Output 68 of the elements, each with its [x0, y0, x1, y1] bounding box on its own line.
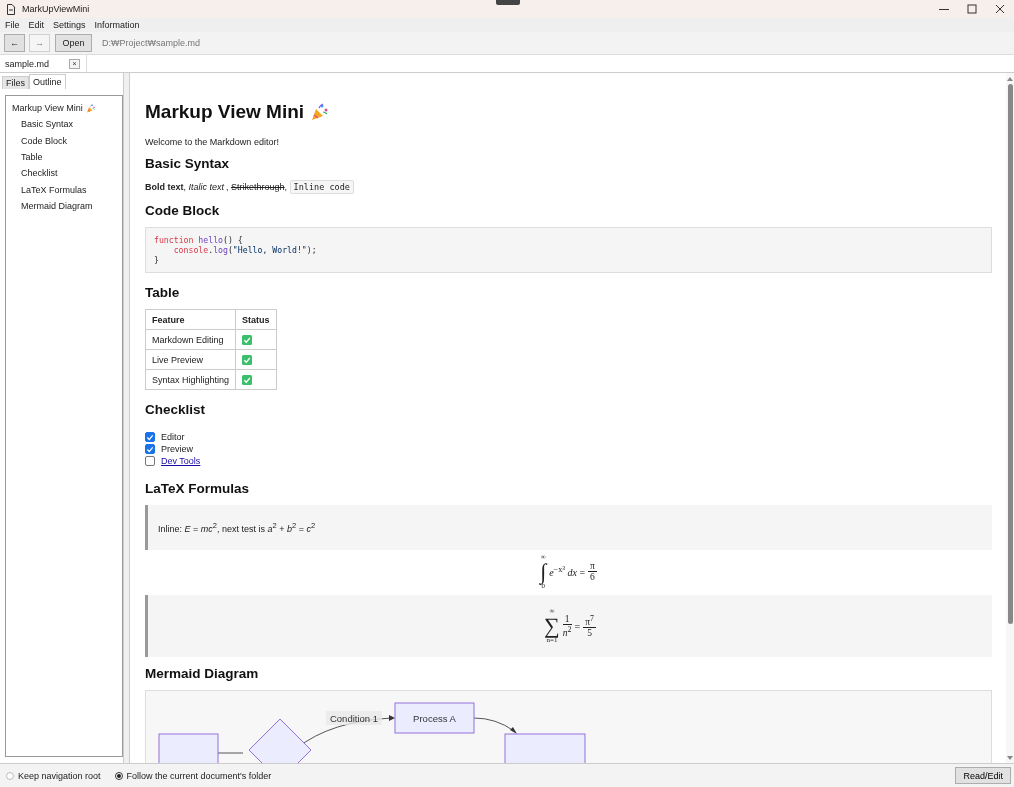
radio-option[interactable]: Keep navigation root	[6, 770, 101, 781]
back-button[interactable]: ←	[4, 34, 25, 52]
checkbox[interactable]	[145, 444, 155, 454]
sidebar-tab[interactable]: Outline	[29, 74, 66, 89]
table-cell: Syntax Highlighting	[145, 369, 236, 390]
flow-node: Process A	[394, 702, 475, 734]
tab-label: sample.md	[5, 58, 49, 69]
scroll-down-icon	[1007, 756, 1013, 761]
menu-item[interactable]: Settings	[53, 20, 86, 30]
punctuation: ,	[183, 182, 188, 192]
window-title: MarkUpViewMini	[22, 4, 90, 14]
scrollbar[interactable]	[1006, 73, 1014, 763]
menu-item[interactable]: File	[5, 20, 20, 30]
sidebar-tab[interactable]: Files	[2, 76, 29, 89]
punctuation: ,	[284, 182, 289, 192]
code-line: function hello() {	[154, 235, 244, 245]
document-icon	[6, 3, 16, 15]
checkbox[interactable]	[145, 432, 155, 442]
table-cell: Markdown Editing	[145, 329, 236, 350]
outline-item[interactable]: Markup View Mini	[6, 100, 122, 117]
party-popper-icon	[310, 103, 329, 121]
radio-option[interactable]: Follow the current document's folder	[114, 770, 272, 781]
open-button[interactable]: Open	[55, 34, 92, 52]
bold-text: Bold text	[145, 182, 184, 192]
column-header: Status	[235, 309, 277, 330]
table-cell: Live Preview	[145, 349, 236, 370]
section-heading: Code Block	[145, 203, 221, 218]
splitter-handle[interactable]	[124, 73, 130, 763]
checkbox[interactable]	[145, 456, 155, 466]
link[interactable]: Dev Tools	[161, 456, 201, 466]
inline-formula-text: Inline: E = mc$^{2}$, next test is a$^{2}$ + b$^{2}$ = c$^{2}$	[158, 521, 316, 534]
section-heading: LaTeX Formulas	[145, 481, 251, 496]
paragraph: Welcome to the Markdown editor!	[145, 137, 280, 147]
strikethrough-text: Strikethrough	[231, 182, 285, 192]
outline-item[interactable]: Code Block	[6, 132, 122, 149]
menu-item[interactable]: Edit	[28, 20, 45, 30]
document-title: Markup View Mini	[145, 101, 305, 123]
scrollbar-thumb[interactable]	[1007, 84, 1013, 624]
scroll-up-icon	[1007, 76, 1013, 81]
close-icon	[995, 4, 1005, 14]
drag-handle[interactable]	[496, 0, 520, 5]
section-heading: Basic Syntax	[145, 156, 231, 171]
punctuation: ,	[226, 182, 230, 192]
read-edit-button[interactable]: Read/Edit	[955, 767, 1011, 784]
outline-item[interactable]: Checklist	[6, 165, 122, 182]
outline-item[interactable]: Table	[6, 148, 122, 166]
maximize-icon	[967, 4, 977, 14]
code-line: console.log("Hello, World!");	[172, 245, 318, 255]
outline-item[interactable]: LaTeX Formulas	[6, 181, 122, 198]
section-heading: Mermaid Diagram	[145, 666, 260, 681]
party-popper-icon	[85, 103, 95, 113]
section-heading: Table	[145, 285, 181, 300]
outline-item[interactable]: Basic Syntax	[6, 116, 122, 133]
italic-text: Italic text	[188, 182, 226, 192]
code-line: }	[154, 255, 160, 265]
checklist-label: Preview	[161, 444, 193, 454]
section-heading: Checklist	[145, 402, 207, 417]
flow-arrow	[473, 717, 517, 734]
menu-item[interactable]: Information	[94, 20, 140, 30]
file-path: D:₩Project₩sample.md	[102, 38, 200, 48]
edge-label: Condition 1	[326, 711, 382, 725]
inline-code: Inline code	[289, 180, 354, 194]
radio-button[interactable]	[6, 771, 14, 780]
checklist-label: Editor	[161, 432, 185, 442]
outline-item[interactable]: Mermaid Diagram	[6, 197, 122, 215]
radio-button[interactable]	[114, 771, 123, 780]
column-header: Feature	[145, 309, 236, 330]
forward-button[interactable]: →	[29, 34, 50, 52]
